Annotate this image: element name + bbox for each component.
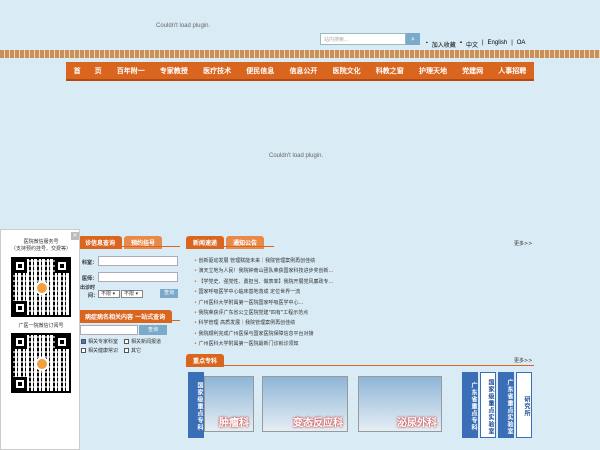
- main-nav: 首 页 百年附一 专家教授 医疗技术 便民信息 信息公开 医院文化 科教之窗 护…: [66, 62, 534, 81]
- time-select-1[interactable]: 不限 ▾: [98, 290, 120, 298]
- divider: [78, 320, 180, 321]
- bookmark-link[interactable]: 加入收藏: [432, 40, 456, 49]
- specialty-more-link[interactable]: 更多>>: [514, 357, 532, 364]
- news-item[interactable]: 我院顺利完成广州医保与国家医院保障信息平台对接: [194, 329, 524, 339]
- doctor-field[interactable]: [98, 272, 178, 282]
- divider: [186, 246, 274, 247]
- qr-caption-service-note: （支持预约挂号、交费等）: [10, 246, 71, 252]
- national-lab-column[interactable]: 国家级重点实验室: [480, 372, 496, 438]
- time-label-2: 间：: [88, 293, 99, 299]
- qr-code-service: [11, 257, 71, 317]
- nav-item-education[interactable]: 科教之窗: [376, 66, 404, 76]
- nav-item-technology[interactable]: 医疗技术: [203, 66, 231, 76]
- news-item[interactable]: 【学党史、强党性、勇担当、做表率】我院开展党风廉政专...: [194, 277, 524, 287]
- news-more-link[interactable]: 更多>>: [514, 240, 532, 247]
- specialty-photo-allergy[interactable]: 变态反应科: [262, 376, 348, 432]
- nav-item-history[interactable]: 百年附一: [117, 66, 145, 76]
- plugin-error-top: Couldn't load plugin.: [156, 23, 211, 29]
- news-item[interactable]: 演天立地为人民！我院钟南山团队荣获国家科技进步奖创新...: [194, 266, 524, 276]
- nav-item-disclosure[interactable]: 信息公开: [289, 66, 317, 76]
- specialty-photo-urology[interactable]: 泌尿外科: [358, 376, 442, 432]
- provincial-specialty-column[interactable]: 广东省重点专科: [462, 372, 478, 438]
- institute-column[interactable]: 研究所: [516, 372, 532, 438]
- symptom-options-row-1: 相关专家科室 相关新闻报道: [81, 338, 161, 345]
- search-icon: ⌕: [411, 35, 415, 43]
- news-item[interactable]: 创新驱动发展 管理赋能未来｜我院管理案例再创佳绩: [194, 256, 524, 266]
- doctor-label: 医师：: [82, 276, 98, 282]
- close-icon: ×: [72, 232, 78, 239]
- news-item[interactable]: 我院荣获评广东省公立医院党建"四有"工程示范点: [194, 308, 524, 318]
- news-item[interactable]: 广州医科大学附属第一医院最新门诊就诊须知: [194, 339, 524, 349]
- nav-item-recruitment[interactable]: 人事招聘: [498, 66, 526, 76]
- national-specialty-label: 国家级重点专科: [188, 372, 204, 438]
- top-links: ▪ 加入收藏 ▪ 中文 | English | OA: [426, 40, 526, 49]
- news-tabs: 新闻速递 通知公告: [186, 236, 265, 249]
- specialty-photo-oncology[interactable]: 肿瘤科: [204, 376, 254, 432]
- time-label: 出诊时: [80, 285, 96, 291]
- symptom-options-row-2: 相关健康常识 其它: [81, 347, 141, 354]
- symptom-search-input[interactable]: [80, 325, 138, 335]
- symptom-search-button[interactable]: 查询: [139, 325, 167, 335]
- qr-caption-subscription: 广医一院微信订阅号: [18, 323, 64, 329]
- news-item[interactable]: 科学管理 高质发展｜我院管理案例再创佳绩: [194, 318, 524, 328]
- search-input[interactable]: 站内搜索...: [320, 33, 406, 45]
- english-link[interactable]: English: [488, 40, 508, 49]
- divider: [186, 365, 534, 366]
- news-item[interactable]: 国家呼吸医学中心临床基地落成 定位世界一流: [194, 287, 524, 297]
- nav-item-home[interactable]: 首 页: [74, 66, 102, 76]
- plugin-error-center: Couldn't load plugin.: [269, 153, 324, 159]
- nav-item-experts[interactable]: 专家教授: [160, 66, 188, 76]
- option-other[interactable]: 其它: [124, 347, 141, 354]
- search-button[interactable]: ⌕: [406, 33, 420, 45]
- tab-clinic-query[interactable]: 诊信息查询: [78, 236, 123, 249]
- nav-item-nursing[interactable]: 护理天地: [419, 66, 447, 76]
- provincial-lab-column[interactable]: 广东省重点实验室: [498, 372, 514, 438]
- qr-code-panel: × 医院微信服务号 （支持预约挂号、交费等） 广医一院微信订阅号: [0, 229, 80, 450]
- option-health[interactable]: 相关健康常识: [81, 347, 118, 354]
- news-item[interactable]: 广州医科大学附属第一医院国家呼吸医学中心...: [194, 298, 524, 308]
- divider: [78, 246, 180, 247]
- clinic-query-tabs: 诊信息查询 预约挂号: [78, 236, 163, 249]
- option-expert-dept[interactable]: 相关专家科室: [81, 338, 118, 345]
- oa-link[interactable]: OA: [517, 40, 526, 49]
- tab-news[interactable]: 新闻速递: [186, 236, 225, 249]
- news-list: 创新驱动发展 管理赋能未来｜我院管理案例再创佳绩 演天立地为人民！我院钟南山团队…: [194, 256, 524, 350]
- tab-notices[interactable]: 通知公告: [226, 236, 265, 249]
- symptom-search-title: 病症病名相关内容 一站式查询: [78, 310, 173, 323]
- nav-item-convenience[interactable]: 便民信息: [246, 66, 274, 76]
- department-field[interactable]: [98, 256, 178, 266]
- option-news[interactable]: 相关新闻报道: [124, 338, 161, 345]
- chinese-link[interactable]: 中文: [466, 40, 478, 49]
- nav-item-party[interactable]: 党建网: [462, 66, 483, 76]
- symptom-tabs: 病症病名相关内容 一站式查询: [78, 310, 173, 323]
- tab-appointment[interactable]: 预约挂号: [124, 236, 163, 249]
- nav-item-culture[interactable]: 医院文化: [333, 66, 361, 76]
- department-label: 科室：: [82, 260, 98, 266]
- qr-caption-service: 医院微信服务号: [23, 239, 59, 245]
- decorative-brick-band: [0, 50, 600, 58]
- time-select-2[interactable]: 不限 ▾: [121, 290, 143, 298]
- clinic-query-button[interactable]: 查询: [160, 289, 178, 298]
- qr-code-subscription: [11, 333, 71, 393]
